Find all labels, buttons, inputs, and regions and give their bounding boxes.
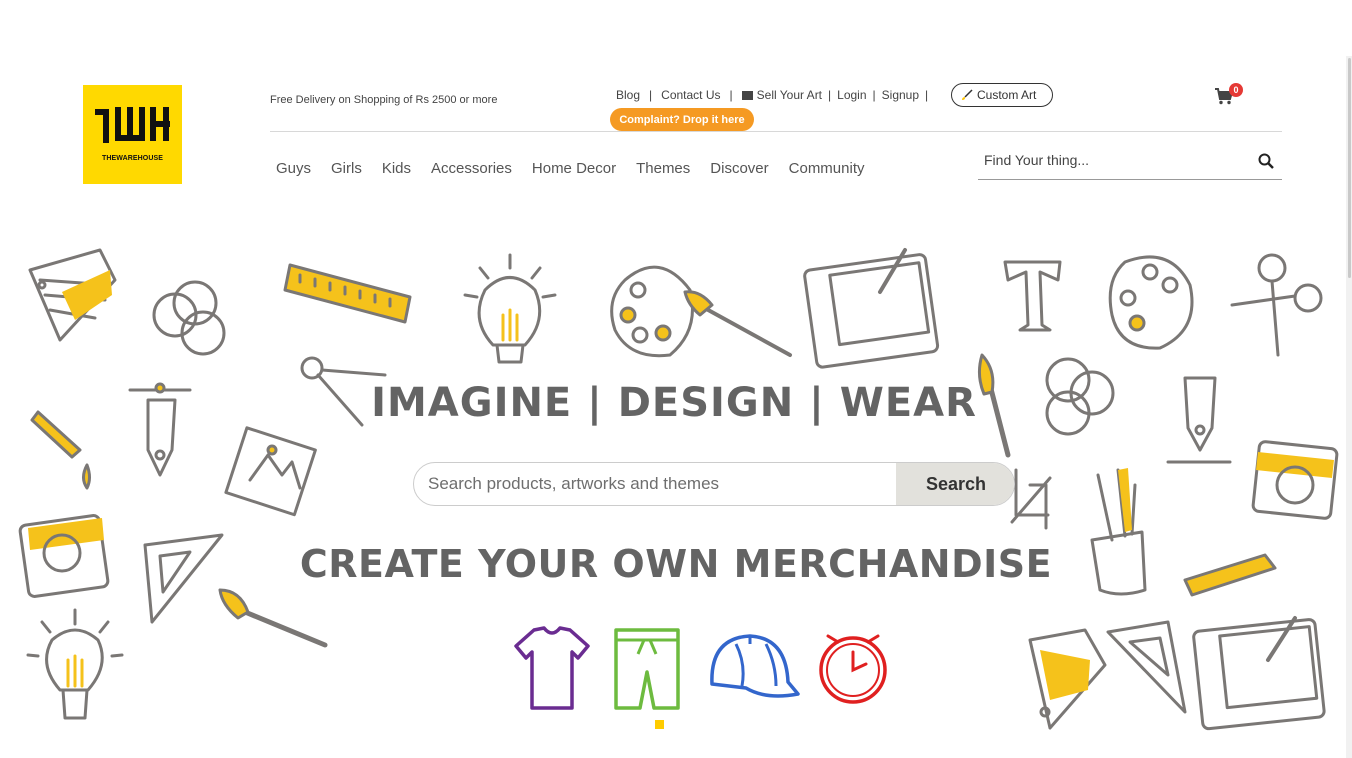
logo-wordmark: THEWAREHOUSE xyxy=(101,155,164,162)
hero-subtitle: CREATE YOUR OWN MERCHANDISE xyxy=(299,542,1053,586)
ruler-icon xyxy=(283,263,412,324)
nav-item-girls[interactable]: Girls xyxy=(331,160,362,177)
palette-icon xyxy=(610,265,792,358)
drawing-tablet-icon xyxy=(1192,616,1326,731)
free-delivery-notice: Free Delivery on Shopping of Rs 2500 or … xyxy=(270,94,498,106)
palette-icon xyxy=(1108,255,1194,350)
header-search-input[interactable] xyxy=(978,146,1238,174)
archive-icon xyxy=(741,91,753,100)
carousel-indicator[interactable] xyxy=(655,720,664,729)
separator: | xyxy=(729,88,733,102)
scrollbar-thumb[interactable] xyxy=(1348,58,1351,278)
nav-item-accessories[interactable]: Accessories xyxy=(431,160,512,177)
header-search xyxy=(978,146,1282,180)
cap-icon[interactable] xyxy=(706,624,802,714)
nav-item-guys[interactable]: Guys xyxy=(276,160,311,177)
shorts-icon[interactable] xyxy=(610,624,684,714)
color-swatch-icon xyxy=(1028,628,1107,730)
custom-art-button[interactable]: Custom Art xyxy=(951,83,1053,107)
blog-link[interactable]: Blog xyxy=(616,88,640,102)
main-nav: Guys Girls Kids Accessories Home Decor T… xyxy=(276,160,885,177)
separator: | xyxy=(872,88,876,102)
crop-icon xyxy=(1010,468,1052,530)
custom-art-label: Custom Art xyxy=(977,88,1037,102)
separator: | xyxy=(828,88,832,102)
separator: | xyxy=(649,88,653,102)
brush-icon xyxy=(962,89,973,100)
paintbrush-icon xyxy=(218,588,328,648)
tshirt-icon[interactable] xyxy=(512,624,592,714)
drawing-tablet-icon xyxy=(803,248,940,369)
text-tool-icon xyxy=(1003,260,1062,332)
nav-item-themes[interactable]: Themes xyxy=(636,160,690,177)
nav-item-community[interactable]: Community xyxy=(789,160,865,177)
logo-mark-icon xyxy=(95,107,170,143)
site-logo[interactable]: THEWAREHOUSE xyxy=(83,85,182,184)
lightbulb-icon xyxy=(463,253,557,364)
clock-icon[interactable] xyxy=(816,624,892,714)
contact-link[interactable]: Contact Us xyxy=(661,88,720,102)
hero-search-button[interactable]: Search xyxy=(896,463,1014,505)
cart-count-badge: 0 xyxy=(1229,83,1243,97)
nav-item-discover[interactable]: Discover xyxy=(710,160,768,177)
header-divider xyxy=(270,131,1282,132)
hero-tagline-text: IMAGINE | DESIGN | WEAR xyxy=(371,380,977,426)
sell-art-link[interactable]: Sell Your Art xyxy=(741,88,823,102)
search-icon[interactable] xyxy=(1258,153,1274,169)
color-swatch-icon xyxy=(28,248,117,342)
lightbulb-icon xyxy=(26,608,124,720)
camera-icon xyxy=(1251,440,1339,520)
scissors-icon xyxy=(1230,253,1323,357)
hero-search-bar: Search xyxy=(413,462,1015,506)
hero-tagline: IMAGINE | DESIGN | WEAR xyxy=(0,380,1352,426)
venn-circles-icon xyxy=(152,280,226,356)
complaint-button[interactable]: Complaint? Drop it here xyxy=(610,108,754,131)
separator: | xyxy=(925,88,929,102)
sell-art-label: Sell Your Art xyxy=(756,88,823,102)
signup-link[interactable]: Signup xyxy=(882,88,919,102)
hero-search-input[interactable] xyxy=(414,463,896,505)
nav-item-kids[interactable]: Kids xyxy=(382,160,411,177)
set-square-icon xyxy=(1106,620,1187,714)
nav-item-home-decor[interactable]: Home Decor xyxy=(532,160,616,177)
top-links: Blog | Contact Us | Sell Your Art | Logi… xyxy=(616,88,934,102)
picture-frame-icon xyxy=(224,426,317,517)
login-link[interactable]: Login xyxy=(837,88,866,102)
